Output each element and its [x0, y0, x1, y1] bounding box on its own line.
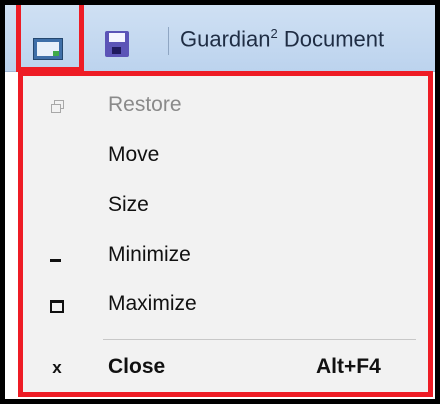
close-icon: x	[52, 358, 62, 377]
menu-item-close[interactable]: x Close Alt+F4	[23, 348, 428, 388]
menu-item-minimize[interactable]: Minimize	[23, 236, 428, 276]
save-icon[interactable]	[105, 31, 129, 57]
screenshot-frame: Guardian2 Document Restore Move Size Min…	[5, 5, 435, 399]
minimize-icon	[49, 248, 65, 264]
menu-item-label: Size	[108, 193, 149, 216]
title-bar: Guardian2 Document	[5, 5, 435, 72]
menu-item-label: Minimize	[108, 243, 191, 266]
menu-item-size[interactable]: Size	[23, 186, 428, 226]
menu-item-maximize[interactable]: Maximize	[23, 285, 428, 325]
application-icon[interactable]	[33, 38, 63, 60]
system-menu: Restore Move Size Minimize Maximize x Cl…	[18, 71, 433, 397]
menu-item-label: Close	[108, 355, 166, 378]
menu-item-shortcut: Alt+F4	[316, 355, 381, 378]
restore-icon	[49, 98, 65, 114]
maximize-icon	[49, 297, 65, 313]
menu-item-label: Maximize	[108, 292, 197, 315]
menu-item-restore: Restore	[23, 86, 428, 126]
menu-item-move[interactable]: Move	[23, 136, 428, 176]
window-title: Guardian2 Document	[180, 26, 385, 52]
menu-separator	[103, 339, 416, 340]
menu-item-label: Restore	[108, 93, 182, 116]
menu-item-label: Move	[108, 143, 160, 166]
toolbar-divider	[168, 27, 169, 55]
